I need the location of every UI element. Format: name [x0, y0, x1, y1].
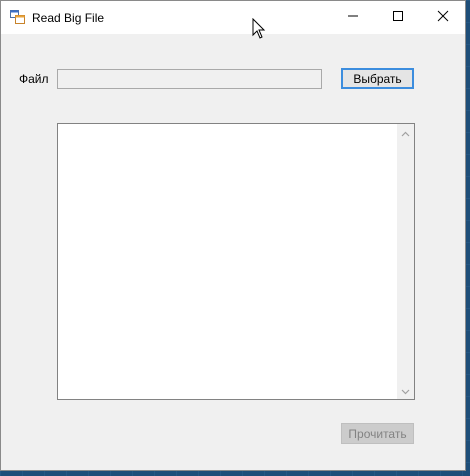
maximize-icon — [392, 9, 404, 27]
file-label: Файл — [19, 72, 49, 86]
minimize-button[interactable] — [330, 1, 376, 34]
minimize-icon — [347, 9, 359, 27]
file-content-textarea[interactable] — [57, 123, 415, 400]
chevron-up-icon — [401, 124, 410, 142]
chevron-down-icon — [401, 382, 410, 400]
window-title: Read Big File — [32, 11, 105, 25]
file-path-field[interactable] — [57, 69, 322, 89]
scroll-down-button[interactable] — [397, 382, 414, 399]
mouse-cursor-icon — [252, 17, 266, 40]
close-icon — [437, 9, 449, 27]
select-file-button[interactable]: Выбрать — [341, 68, 414, 89]
read-file-button[interactable]: Прочитать — [341, 423, 414, 444]
vertical-scrollbar[interactable] — [397, 124, 414, 399]
app-window-icon — [10, 10, 25, 25]
app-window: Read Big File Файл Выбрать Прочитать — [0, 0, 466, 471]
title-bar[interactable]: Read Big File — [1, 1, 465, 34]
maximize-button[interactable] — [375, 1, 421, 34]
close-button[interactable] — [420, 1, 466, 34]
scroll-up-button[interactable] — [397, 124, 414, 141]
